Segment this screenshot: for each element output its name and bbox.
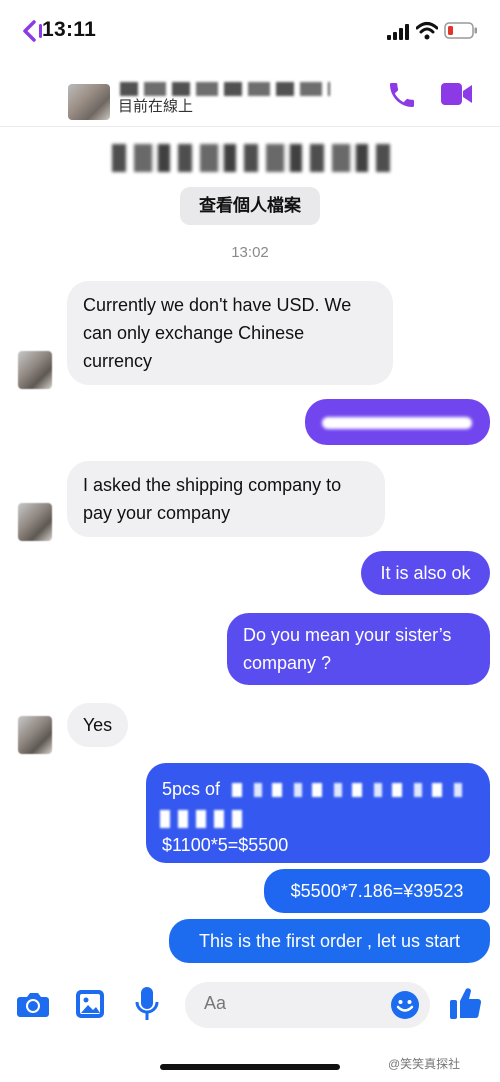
message-text: It is also ok [380, 563, 471, 583]
video-icon[interactable] [440, 80, 474, 108]
sender-avatar [18, 716, 52, 754]
battery-icon [444, 22, 477, 39]
status-time: 13:11 [42, 18, 97, 41]
message-text: Currently we don't have USD. We can only… [83, 295, 352, 371]
online-status: 目前在線上 [118, 98, 194, 115]
redaction-mark [322, 417, 472, 429]
message-outgoing[interactable]: This is the first order , let us start [169, 919, 490, 963]
message-input-placeholder: Aa [204, 993, 227, 1013]
mic-icon[interactable] [135, 986, 159, 1022]
camera-icon[interactable] [16, 989, 50, 1019]
signal-icon [387, 24, 409, 40]
message-outgoing[interactable]: It is also ok [361, 551, 490, 595]
phone-icon[interactable] [386, 79, 418, 111]
message-incoming[interactable]: I asked the shipping company to pay your… [67, 461, 385, 537]
message-incoming[interactable]: Yes [67, 703, 128, 747]
message-text-line: $1100*5=$5500 [162, 835, 289, 855]
message-outgoing[interactable]: Do you mean your sister’s company ? [227, 613, 490, 685]
emoji-icon[interactable] [390, 990, 420, 1020]
sender-avatar [18, 351, 52, 389]
sender-avatar [18, 503, 52, 541]
message-text: I asked the shipping company to pay your… [83, 475, 342, 523]
redaction-mark [232, 783, 464, 797]
home-indicator [160, 1064, 340, 1070]
message-text: Do you mean your sister’s company ? [243, 625, 452, 673]
wifi-icon [416, 22, 438, 40]
message-text: This is the first order , let us start [198, 931, 461, 951]
back-icon[interactable] [20, 16, 46, 46]
message-timestamp: 13:02 [231, 244, 269, 261]
message-incoming[interactable]: Currently we don't have USD. We can only… [67, 281, 393, 385]
status-bar: 13:11 [0, 0, 500, 62]
watermark: @笑笑真探社 [388, 1057, 461, 1071]
contact-avatar[interactable] [68, 84, 110, 120]
view-profile-button[interactable]: 查看個人檔案 [180, 187, 320, 225]
contact-name-redacted [120, 82, 330, 96]
image-icon[interactable] [74, 988, 106, 1020]
profile-name-redacted [112, 144, 390, 172]
message-text: Yes [82, 715, 113, 735]
redaction-mark [160, 810, 250, 828]
message-text: $5500*7.186=¥39523 [290, 881, 464, 901]
thumbs-up-icon[interactable] [449, 985, 483, 1021]
message-outgoing[interactable]: $5500*7.186=¥39523 [264, 869, 490, 913]
